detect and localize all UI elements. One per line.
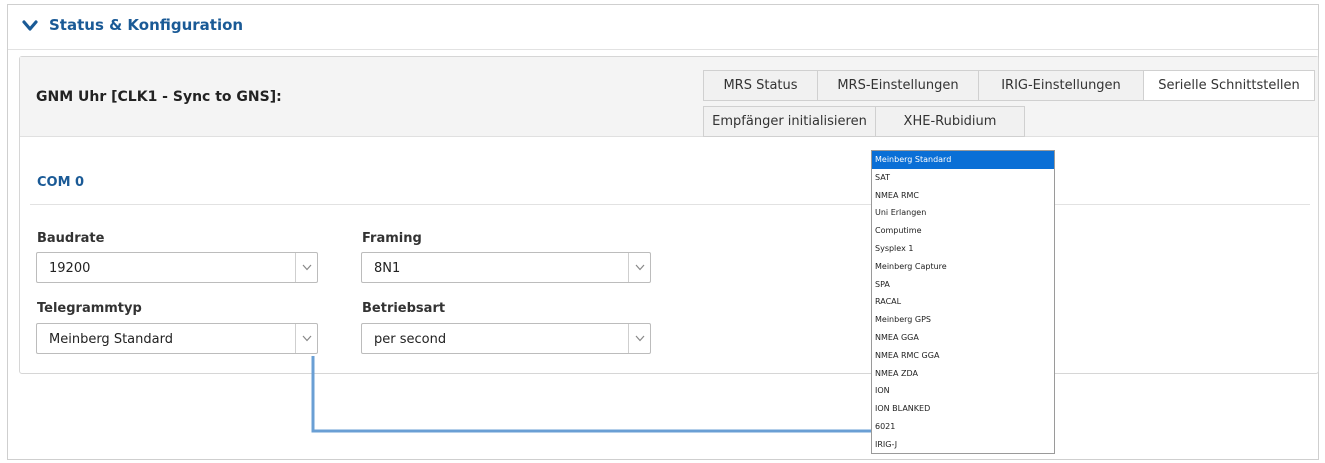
dropdown-option[interactable]: Meinberg GPS [872, 311, 1054, 329]
tab-label: MRS-Einstellungen [837, 78, 959, 93]
tab-label: XHE-Rubidium [903, 114, 997, 129]
chevron-down-icon[interactable] [628, 324, 650, 353]
tab-mrs-einstellungen[interactable]: MRS-Einstellungen [817, 70, 979, 101]
baudrate-label: Baudrate [37, 231, 105, 246]
tab-mrs-status[interactable]: MRS Status [703, 70, 818, 101]
tab-label: MRS Status [723, 78, 798, 93]
dropdown-option[interactable]: Sysplex 1 [872, 240, 1054, 258]
chevron-down-icon[interactable] [22, 20, 38, 32]
telegrammtyp-select[interactable]: Meinberg Standard [36, 323, 318, 354]
dropdown-option[interactable]: ION [872, 382, 1054, 400]
dropdown-option[interactable]: RACAL [872, 293, 1054, 311]
baudrate-value: 19200 [49, 261, 91, 276]
com-port-title: COM 0 [37, 175, 85, 190]
telegrammtyp-value: Meinberg Standard [49, 332, 173, 347]
dropdown-option[interactable]: NMEA RMC GGA [872, 347, 1054, 365]
section-title: Status & Konfiguration [49, 16, 244, 34]
clock-title: GNM Uhr [CLK1 - Sync to GNS]: [36, 89, 282, 105]
tab-irig-einstellungen[interactable]: IRIG-Einstellungen [978, 70, 1144, 101]
dropdown-option[interactable]: SPA [872, 276, 1054, 294]
dropdown-option[interactable]: ION BLANKED [872, 400, 1054, 418]
dropdown-option[interactable]: Meinberg Standard [872, 151, 1054, 169]
chevron-down-icon[interactable] [295, 253, 317, 282]
tab-label: Serielle Schnittstellen [1158, 78, 1300, 93]
dropdown-option[interactable]: NMEA ZDA [872, 365, 1054, 383]
dropdown-option[interactable]: Computime [872, 222, 1054, 240]
betriebsart-label: Betriebsart [362, 301, 446, 316]
dropdown-option[interactable]: SAT [872, 169, 1054, 187]
betriebsart-select[interactable]: per second [361, 323, 651, 354]
chevron-down-icon[interactable] [295, 324, 317, 353]
framing-select[interactable]: 8N1 [361, 252, 651, 283]
tab-label: Empfänger initialisieren [712, 114, 867, 129]
tab-serielle-schnittstellen[interactable]: Serielle Schnittstellen [1143, 70, 1315, 101]
framing-value: 8N1 [374, 261, 401, 276]
dropdown-option[interactable]: IRIG-J [872, 436, 1054, 454]
tab-empfaenger-initialisieren[interactable]: Empfänger initialisieren [703, 106, 876, 137]
tab-xhe-rubidium[interactable]: XHE-Rubidium [875, 106, 1025, 137]
dropdown-option[interactable]: NMEA GGA [872, 329, 1054, 347]
baudrate-select[interactable]: 19200 [36, 252, 318, 283]
framing-label: Framing [362, 231, 422, 246]
divider [30, 204, 1310, 205]
chevron-down-icon[interactable] [628, 253, 650, 282]
section-header[interactable]: Status & Konfiguration [8, 5, 1318, 50]
dropdown-option[interactable]: NMEA RMC [872, 187, 1054, 205]
betriebsart-value: per second [374, 332, 447, 347]
dropdown-option[interactable]: 6021 [872, 418, 1054, 436]
dropdown-option[interactable]: Uni Erlangen [872, 204, 1054, 222]
clock-panel: GNM Uhr [CLK1 - Sync to GNS]: MRS Status… [19, 56, 1319, 374]
panel-header: GNM Uhr [CLK1 - Sync to GNS]: MRS Status… [20, 57, 1318, 137]
telegrammtyp-dropdown-list[interactable]: Meinberg Standard SAT NMEA RMC Uni Erlangen… [871, 150, 1055, 454]
telegrammtyp-label: Telegrammtyp [37, 301, 142, 316]
dropdown-option[interactable]: Meinberg Capture [872, 258, 1054, 276]
tab-label: IRIG-Einstellungen [1001, 78, 1121, 93]
